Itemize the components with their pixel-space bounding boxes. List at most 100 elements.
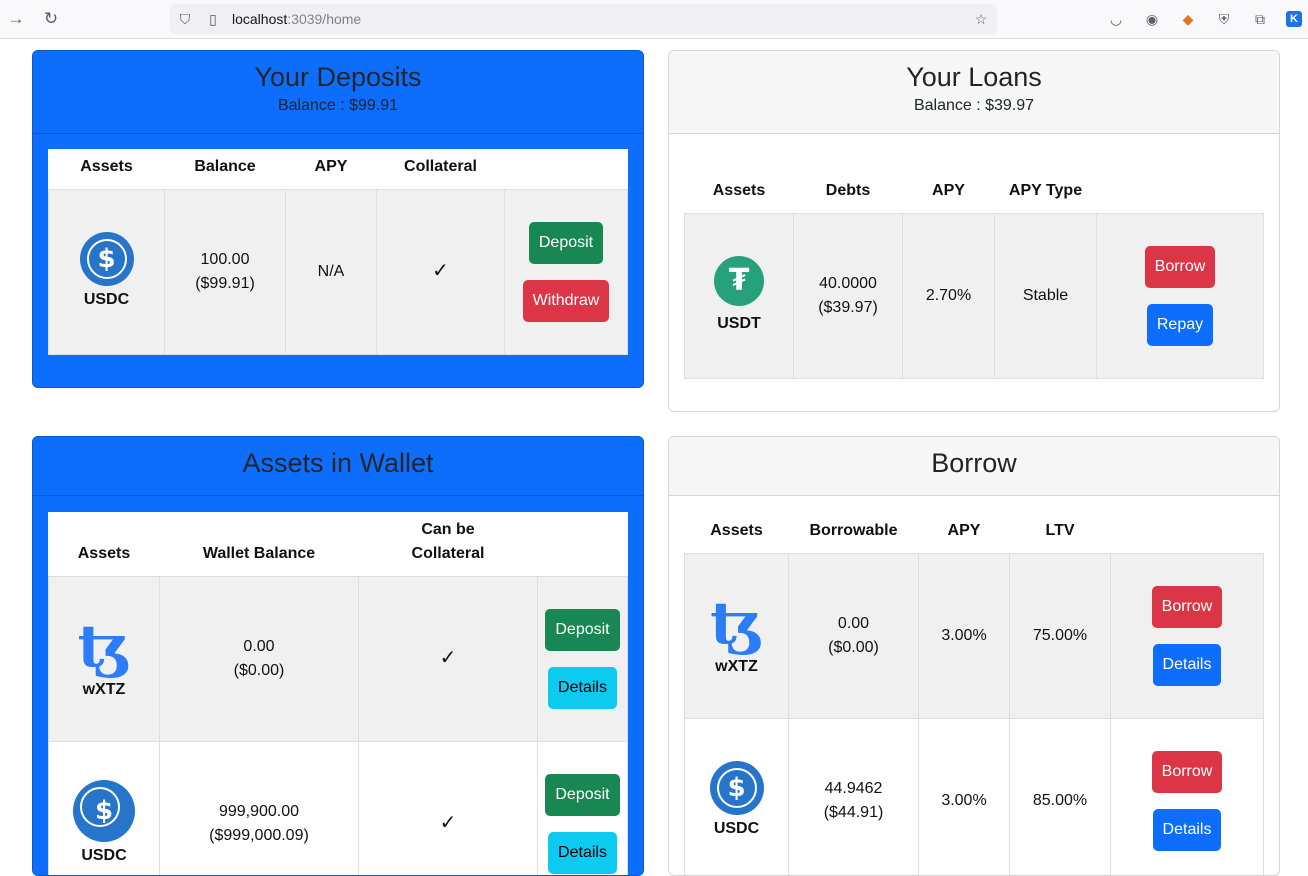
extensions-icon[interactable]: ⧉ [1250, 9, 1270, 29]
col-header-actions [538, 512, 628, 576]
asset-symbol: USDC [81, 846, 127, 864]
account-icon[interactable]: ◉ [1142, 9, 1162, 29]
borrow-header: Borrow [669, 437, 1279, 496]
privacy-badger-icon[interactable]: ⛨ [1214, 9, 1234, 29]
col-header: APY [314, 157, 348, 175]
bookmark-star-icon[interactable]: ☆ [972, 10, 990, 28]
actions-cell: Deposit Details [537, 575, 628, 742]
borrowable-amount: 44.9462 [824, 779, 883, 797]
col-header: Assets [710, 521, 763, 539]
check-icon: ✓ [439, 645, 457, 669]
col-header-actions [505, 149, 628, 189]
repay-button[interactable]: Repay [1146, 303, 1214, 346]
debt-cell: 40.0000 ($39.97) [793, 212, 903, 379]
loans-card: Your Loans Balance : $39.97 Assets Debts… [668, 50, 1280, 412]
balance-usd: ($0.00) [233, 661, 285, 679]
ltv-cell: 75.00% [1009, 552, 1111, 719]
borrow-button[interactable]: Borrow [1144, 245, 1216, 288]
col-header: Assets [77, 544, 131, 562]
borrow-button[interactable]: Borrow [1151, 585, 1223, 628]
borrow-button[interactable]: Borrow [1151, 750, 1223, 793]
wallet-title: Assets in Wallet [242, 448, 434, 478]
deposits-table: Assets Balance APY Collateral $ USDC 100… [48, 149, 628, 355]
deposits-header: Your Deposits Balance : $99.91 [33, 51, 643, 134]
col-header: Borrowable [809, 521, 898, 539]
details-button[interactable]: Details [1152, 643, 1222, 686]
wallet-table: Assets Wallet Balance Can be Collateral … [48, 512, 628, 875]
reload-icon[interactable]: ↻ [41, 9, 61, 29]
asset-symbol: USDC [713, 819, 760, 837]
deposits-card: Your Deposits Balance : $99.91 Assets Ba… [32, 50, 644, 388]
withdraw-button[interactable]: Withdraw [522, 279, 610, 322]
col-header: Balance [194, 157, 256, 175]
debt-usd: ($39.97) [818, 298, 878, 316]
apy-cell: 3.00% [918, 552, 1010, 719]
asset-cell: ꜩ wXTZ [48, 575, 160, 742]
metamask-fox-icon[interactable]: ◆ [1178, 9, 1198, 29]
table-row: $ USDC 44.9462 ($44.91) 3.00% 85.00% Bor… [684, 717, 1264, 875]
balance-amount: 0.00 [243, 637, 275, 655]
details-button[interactable]: Details [548, 831, 617, 874]
asset-cell: ꜩ wXTZ [684, 552, 789, 719]
actions-cell: Borrow Details [1110, 552, 1264, 719]
actions-cell: Deposit Withdraw [504, 188, 628, 355]
address-bar[interactable]: ⛉ ▯ localhost:3039/home ☆ [170, 4, 997, 34]
loans-table: Assets Debts APY APY Type ₮ USDT 40.0000… [684, 149, 1264, 379]
deposits-title: Your Deposits [254, 62, 422, 92]
borrowable-usd: ($0.00) [828, 638, 879, 656]
url-text[interactable]: localhost:3039/home [232, 11, 361, 27]
actions-cell: Borrow Details [1110, 717, 1264, 875]
col-header: Debts [825, 181, 871, 199]
shield-icon[interactable]: ⛉ [176, 10, 194, 28]
deposit-button[interactable]: Deposit [545, 608, 620, 651]
collateral-cell: ✓ [358, 740, 538, 875]
deposits-balance: Balance : $99.91 [277, 97, 399, 114]
asset-cell: ₮ USDT [684, 212, 794, 379]
borrow-title: Borrow [931, 448, 1017, 478]
details-button[interactable]: Details [548, 666, 617, 709]
loans-header: Your Loans Balance : $39.97 [669, 51, 1279, 134]
table-header-row: Assets Borrowable APY LTV [685, 512, 1264, 553]
table-header-row: Assets Debts APY APY Type [685, 149, 1264, 213]
loans-title: Your Loans [906, 62, 1042, 92]
actions-cell: Deposit Details [537, 740, 628, 875]
borrowable-cell: 0.00 ($0.00) [788, 552, 919, 719]
table-header-row: Assets Wallet Balance Can be Collateral [49, 512, 628, 576]
asset-symbol: USDC [83, 290, 130, 308]
check-icon: ✓ [432, 258, 449, 282]
col-header-actions [1097, 149, 1264, 213]
pocket-icon[interactable]: ◡ [1106, 9, 1126, 29]
table-row: $ USDC 100.00 ($99.91) N/A ✓ Deposit Wit… [48, 188, 628, 355]
browser-toolbar: → ↻ ⛉ ▯ localhost:3039/home ☆ ◡ ◉ ◆ ⛨ ⧉ … [0, 0, 1308, 39]
balance-amount: 999,900.00 [218, 802, 300, 820]
usdc-icon: $ [73, 779, 135, 842]
col-header-actions [1111, 512, 1264, 553]
col-header: Assets [712, 181, 766, 199]
deposit-button[interactable]: Deposit [528, 221, 604, 264]
forward-icon[interactable]: → [6, 9, 26, 29]
collateral-cell: ✓ [376, 188, 505, 355]
check-icon: ✓ [439, 810, 457, 834]
page-icon: ▯ [209, 11, 217, 27]
asset-symbol: wXTZ [82, 680, 126, 698]
table-row: ꜩ wXTZ 0.00 ($0.00) 3.00% 75.00% Borrow … [684, 552, 1264, 719]
debt-amount: 40.0000 [819, 274, 877, 292]
col-header: Wallet Balance [202, 544, 316, 562]
col-header: Collateral [404, 157, 477, 175]
usdt-icon: ₮ [714, 255, 764, 306]
borrow-table: Assets Borrowable APY LTV ꜩ wXTZ 0.00 ($… [684, 512, 1264, 875]
col-header: APY [947, 521, 981, 539]
deposit-button[interactable]: Deposit [545, 773, 620, 816]
borrowable-usd: ($44.91) [823, 803, 884, 821]
borrow-card: Borrow Assets Borrowable APY LTV ꜩ wXTZ … [668, 436, 1280, 876]
apy-cell: 2.70% [902, 212, 995, 379]
details-button[interactable]: Details [1152, 808, 1222, 851]
wallet-card: Assets in Wallet Assets Wallet Balance C… [32, 436, 644, 876]
table-row: ₮ USDT 40.0000 ($39.97) 2.70% Stable Bor… [684, 212, 1264, 379]
table-row: $ USDC 999,900.00 ($999,000.09) ✓ Deposi… [48, 740, 628, 875]
asset-symbol: USDT [717, 314, 761, 332]
col-header: APY Type [1008, 181, 1083, 199]
balance-amount: 100.00 [200, 250, 250, 268]
k-extension-icon[interactable]: K [1286, 11, 1302, 27]
borrowable-cell: 44.9462 ($44.91) [788, 717, 919, 875]
